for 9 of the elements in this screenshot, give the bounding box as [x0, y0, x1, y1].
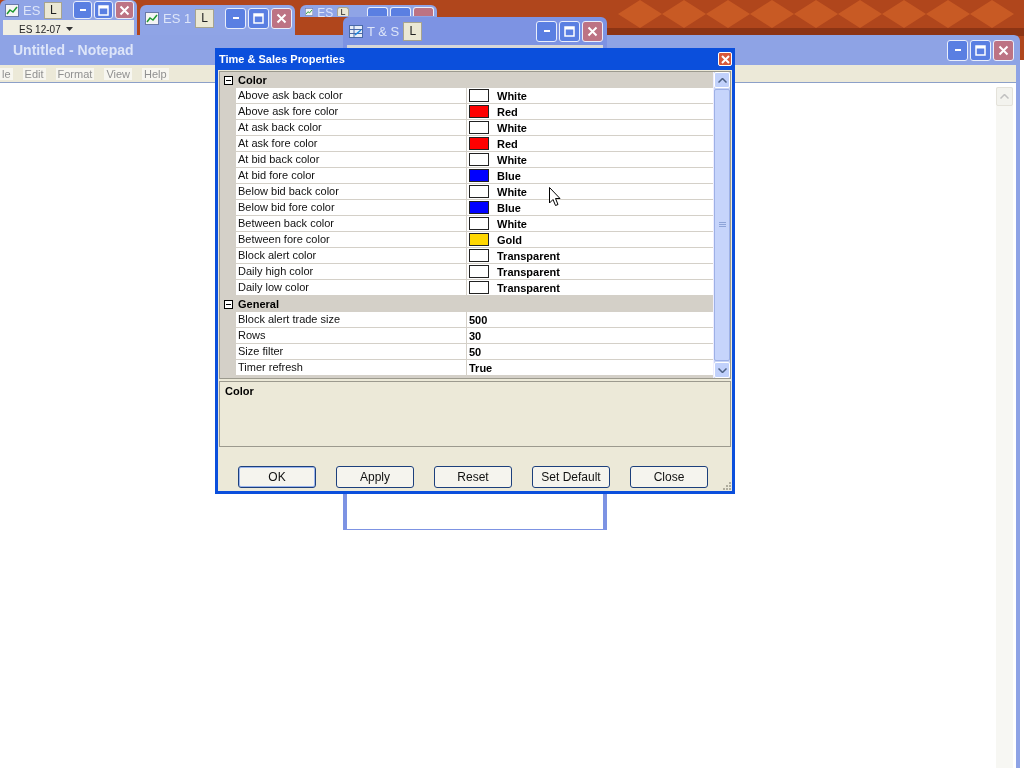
- description-title: Color: [225, 385, 254, 397]
- window-title: Untitled - Notepad: [13, 42, 134, 58]
- category-label: Color: [237, 74, 267, 86]
- window-title: ES: [317, 7, 334, 20]
- window-title: Time & Sales Properties: [219, 53, 345, 65]
- category-label: General: [237, 298, 279, 310]
- window-title: T & S: [367, 23, 400, 39]
- window-title: ES 1: [163, 10, 192, 26]
- window-title: ES: [23, 2, 41, 18]
